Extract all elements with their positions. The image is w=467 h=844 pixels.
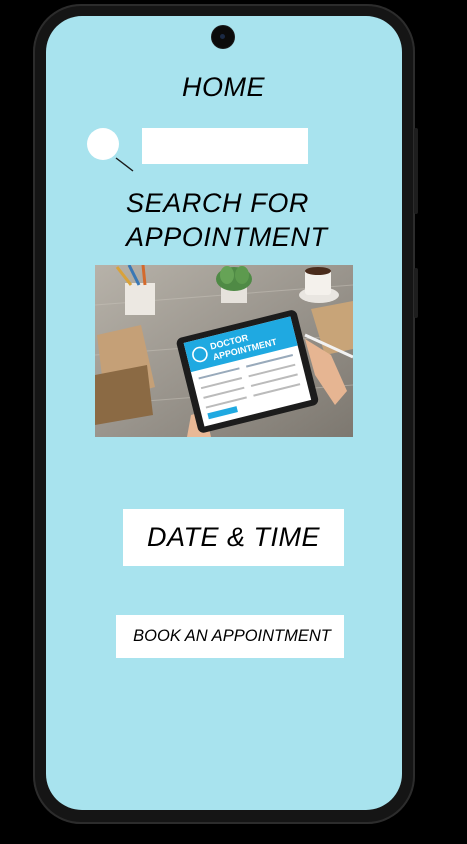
page-title: HOME — [182, 72, 265, 102]
doctor-appointment-image: DOCTOR APPOINTMENT — [95, 265, 353, 437]
device-stage: HOME SEARCH FOR APPOINTMENT DOCTOR APPOI… — [0, 0, 467, 844]
search-icon[interactable] — [86, 126, 136, 174]
date-time-button[interactable]: DATE & TIME — [123, 509, 344, 566]
volume-button — [414, 128, 418, 214]
search-input[interactable] — [142, 128, 308, 164]
front-camera — [212, 26, 234, 48]
power-button — [414, 268, 418, 318]
search-heading: SEARCH FOR APPOINTMENT — [126, 188, 328, 252]
book-appointment-button[interactable]: BOOK AN APPOINTMENT — [116, 615, 344, 658]
